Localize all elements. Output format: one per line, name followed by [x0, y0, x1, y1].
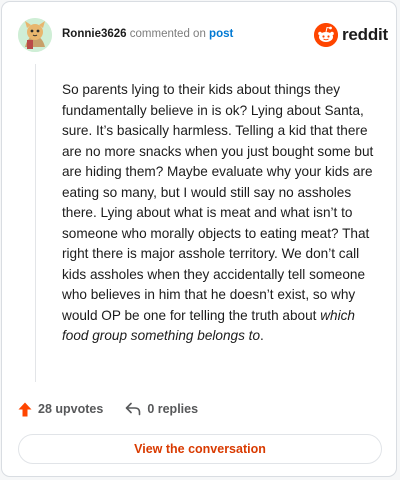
avatar[interactable] — [18, 18, 52, 52]
upvote-arrow-icon — [18, 402, 32, 416]
reddit-brand[interactable]: reddit — [314, 22, 388, 48]
byline: Ronnie3626 commented on post — [62, 27, 233, 41]
comment-card: Ronnie3626 commented on post reddit So p… — [1, 1, 397, 477]
avatar-image — [18, 18, 52, 52]
comment-body: So parents lying to their kids about thi… — [62, 80, 380, 347]
comment-text: So parents lying to their kids about thi… — [62, 82, 374, 323]
reddit-wordmark: reddit — [342, 25, 389, 44]
thread-line — [35, 64, 36, 382]
view-conversation-label: View the conversation — [134, 442, 266, 456]
upvote-count: 28 upvotes — [38, 402, 104, 416]
comment-text-end: . — [260, 328, 264, 343]
comment-actions: 28 upvotes 0 replies — [18, 398, 198, 420]
byline-verb: commented on — [129, 28, 206, 40]
comment-header: Ronnie3626 commented on post reddit — [2, 2, 396, 64]
reply-count: 0 replies — [147, 402, 199, 416]
reply-arrow-icon — [126, 402, 141, 416]
view-conversation-button[interactable]: View the conversation — [18, 434, 382, 464]
replies-button[interactable]: 0 replies — [125, 402, 198, 416]
post-link[interactable]: post — [209, 28, 233, 40]
upvote-button[interactable]: 28 upvotes — [18, 402, 103, 417]
username[interactable]: Ronnie3626 — [62, 28, 127, 40]
reddit-logo-icon — [314, 23, 338, 47]
